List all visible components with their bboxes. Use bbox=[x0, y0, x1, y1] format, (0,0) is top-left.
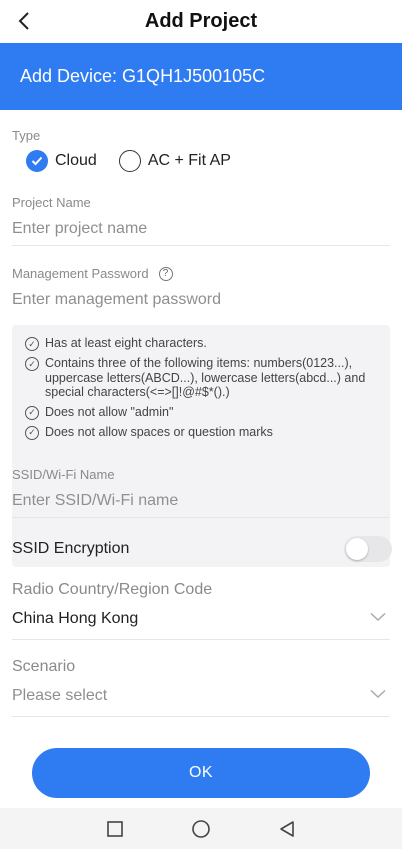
radio-ac-fit-ap-label: AC + Fit AP bbox=[147, 152, 231, 169]
rule-text: Has at least eight characters. bbox=[45, 336, 207, 350]
chevron-down-icon bbox=[370, 689, 386, 699]
ssid-encryption-label: SSID Encryption bbox=[12, 540, 130, 557]
scenario-select[interactable]: Please select bbox=[12, 687, 390, 717]
ssid-encryption-toggle[interactable] bbox=[344, 536, 392, 562]
banner-text: Add Device: G1QH1J500105C bbox=[20, 66, 266, 86]
radio-cloud-label: Cloud bbox=[55, 152, 97, 169]
check-circle-icon: ✓ bbox=[25, 357, 39, 371]
top-bar: Add Project bbox=[0, 0, 402, 43]
management-password-label-row: Management Password ? bbox=[12, 266, 173, 281]
checkmark-icon bbox=[26, 150, 48, 172]
password-rule: ✓ Does not allow "admin" bbox=[25, 405, 382, 420]
ssid-label: SSID/Wi-Fi Name bbox=[12, 467, 115, 482]
password-rule: ✓ Contains three of the following items:… bbox=[25, 356, 382, 400]
project-name-input[interactable]: Enter project name bbox=[12, 220, 390, 246]
project-name-label: Project Name bbox=[12, 195, 91, 210]
radio-country-value: China Hong Kong bbox=[12, 610, 139, 627]
back-nav-button[interactable] bbox=[272, 814, 302, 844]
toggle-knob bbox=[346, 538, 368, 560]
password-rules-box: ✓ Has at least eight characters. ✓ Conta… bbox=[12, 325, 390, 567]
type-radio-group: Cloud AC + Fit AP bbox=[26, 150, 253, 172]
page-title: Add Project bbox=[144, 10, 258, 32]
system-nav-bar bbox=[0, 808, 402, 849]
rule-text: Does not allow "admin" bbox=[45, 404, 174, 419]
triangle-back-icon bbox=[280, 820, 294, 837]
ok-button-label: OK bbox=[188, 764, 214, 781]
chevron-down-icon bbox=[370, 612, 386, 622]
check-circle-icon: ✓ bbox=[25, 337, 39, 351]
radio-empty-icon bbox=[118, 150, 141, 172]
device-banner: Add Device: G1QH1J500105C bbox=[0, 43, 402, 110]
password-rule: ✓ Does not allow spaces or question mark… bbox=[25, 425, 382, 440]
radio-country-select[interactable]: China Hong Kong bbox=[12, 610, 390, 640]
square-icon bbox=[107, 820, 123, 837]
radio-cloud[interactable]: Cloud bbox=[26, 150, 97, 172]
chevron-left-icon bbox=[18, 12, 29, 30]
back-button[interactable] bbox=[10, 6, 38, 36]
help-icon[interactable]: ? bbox=[158, 266, 173, 281]
management-password-label: Management Password bbox=[12, 266, 149, 281]
radio-country-label: Radio Country/Region Code bbox=[12, 581, 213, 598]
scenario-value: Please select bbox=[12, 687, 108, 704]
scenario-label: Scenario bbox=[12, 658, 76, 675]
home-button[interactable] bbox=[186, 814, 216, 844]
bottom-action-area: OK bbox=[0, 728, 402, 808]
check-circle-icon: ✓ bbox=[25, 425, 39, 440]
management-password-input[interactable]: Enter management password bbox=[12, 291, 390, 316]
password-rule: ✓ Has at least eight characters. bbox=[25, 336, 382, 351]
type-label: Type bbox=[12, 128, 41, 143]
recent-apps-button[interactable] bbox=[100, 814, 130, 844]
ssid-encryption-row: SSID Encryption bbox=[12, 536, 392, 562]
circle-icon bbox=[192, 819, 210, 838]
check-circle-icon: ✓ bbox=[25, 405, 39, 420]
rule-text: Does not allow spaces or question marks bbox=[45, 424, 273, 439]
ok-button[interactable]: OK bbox=[32, 748, 370, 798]
ssid-input[interactable]: Enter SSID/Wi-Fi name bbox=[12, 492, 390, 518]
rule-text: Contains three of the following items: n… bbox=[45, 356, 366, 399]
radio-ac-fit-ap[interactable]: AC + Fit AP bbox=[118, 150, 231, 172]
